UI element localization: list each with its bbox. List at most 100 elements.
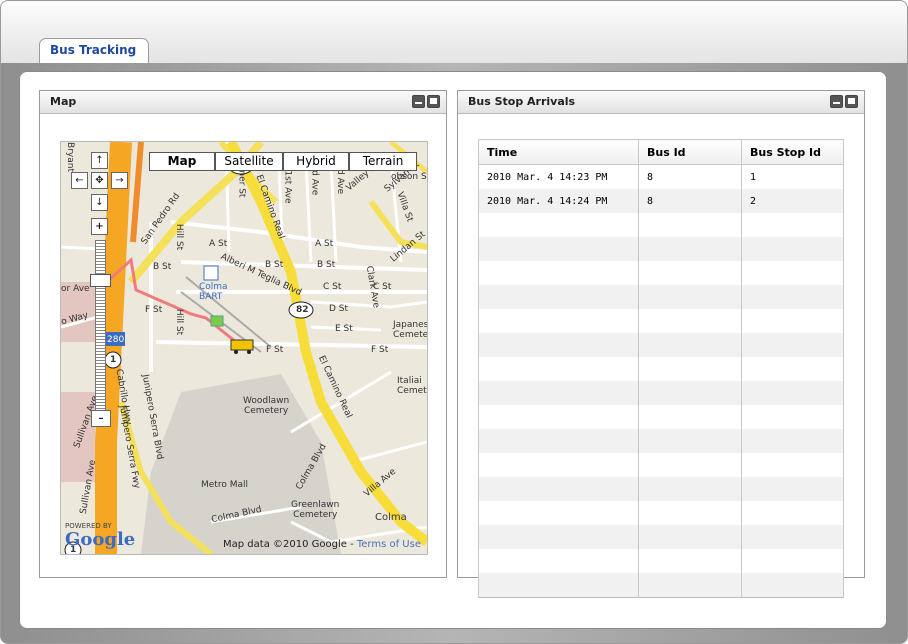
bus-stop-id-cell xyxy=(741,429,844,453)
bus-id-cell xyxy=(638,573,742,598)
table-row xyxy=(478,549,844,573)
google-logo: Google xyxy=(65,529,136,550)
zoom-slider-handle[interactable] xyxy=(90,274,111,287)
bus-stop-id-cell xyxy=(741,453,844,477)
table-row xyxy=(478,477,844,501)
table-row xyxy=(478,405,844,429)
map-label: B St xyxy=(153,262,172,272)
bus-id-cell xyxy=(638,261,742,285)
bus-stop-id-cell xyxy=(741,333,844,357)
terms-of-use-link[interactable]: Terms of Use xyxy=(357,539,421,550)
map-type-terrain-button[interactable]: Terrain xyxy=(349,152,417,171)
bus-stop-id-cell xyxy=(741,549,844,573)
table-row xyxy=(478,285,844,309)
map-label: F St xyxy=(371,345,389,355)
pan-center-icon[interactable]: ✥ xyxy=(91,172,108,189)
time-cell: 2010 Mar. 4 14:24 PM xyxy=(478,189,639,213)
map-label: B St xyxy=(265,260,284,270)
time-cell xyxy=(478,453,639,477)
table-row[interactable]: 2010 Mar. 4 14:23 PM 8 1 xyxy=(478,164,844,189)
arrivals-panel-header: Bus Stop Arrivals xyxy=(458,91,864,114)
attribution-text: Map data ©2010 Google - xyxy=(223,539,357,550)
map-label: Greenlawn Cemetery xyxy=(291,500,340,520)
map-label: E St xyxy=(335,324,353,334)
table-header-row: Time Bus Id Bus Stop Id xyxy=(478,139,844,165)
pan-up-icon[interactable]: ↑ xyxy=(91,152,108,169)
bus-stop-id-cell xyxy=(741,405,844,429)
app-window: Bus Tracking Map San Pedro Rd El Camino … xyxy=(0,0,908,644)
time-cell: 2010 Mar. 4 14:23 PM xyxy=(478,164,639,189)
map-label: A St xyxy=(315,239,334,249)
column-header-bus-id[interactable]: Bus Id xyxy=(638,139,742,165)
time-cell xyxy=(478,405,639,429)
table-row xyxy=(478,525,844,549)
map-type-hybrid-button[interactable]: Hybrid xyxy=(283,152,349,171)
time-cell xyxy=(478,213,639,237)
minimize-icon[interactable] xyxy=(830,95,843,108)
bus-id-cell xyxy=(638,525,742,549)
arrivals-panel: Bus Stop Arrivals Time Bus Id Bus Stop I… xyxy=(457,90,865,598)
bus-stop-id-cell xyxy=(741,573,844,598)
time-cell xyxy=(478,573,639,598)
bus-id-cell xyxy=(638,285,742,309)
bus-id-cell xyxy=(638,549,742,573)
zoom-slider[interactable] xyxy=(95,240,106,418)
bus-id-cell xyxy=(638,333,742,357)
time-cell xyxy=(478,549,639,573)
bus-id-cell xyxy=(638,237,742,261)
map-view[interactable]: San Pedro Rd El Camino Real El Camino Re… xyxy=(60,141,428,555)
bus-stop-id-cell xyxy=(741,477,844,501)
bus-stop-id-cell: 1 xyxy=(741,164,844,189)
arrivals-panel-title: Bus Stop Arrivals xyxy=(468,95,576,108)
table-row[interactable]: 2010 Mar. 4 14:24 PM 8 2 xyxy=(478,189,844,213)
time-cell xyxy=(478,477,639,501)
bus-id-cell xyxy=(638,453,742,477)
bus-stop-id-cell xyxy=(741,501,844,525)
table-row xyxy=(478,381,844,405)
map-type-satellite-button[interactable]: Satellite xyxy=(215,152,283,171)
bus-stop-id-cell xyxy=(741,381,844,405)
map-type-map-button[interactable]: Map xyxy=(149,152,215,171)
table-row xyxy=(478,333,844,357)
time-cell xyxy=(478,525,639,549)
bus-id-cell xyxy=(638,429,742,453)
bus-id-cell xyxy=(638,477,742,501)
table-row xyxy=(478,453,844,477)
bus-id-cell: 8 xyxy=(638,164,742,189)
dashboard: Map San Pedro Rd El Camino Real El Camin… xyxy=(19,71,887,629)
map-label: 1st Ave xyxy=(282,170,293,204)
time-cell xyxy=(478,381,639,405)
table-row xyxy=(478,261,844,285)
pan-left-icon[interactable]: ← xyxy=(71,172,88,189)
time-cell xyxy=(478,357,639,381)
maximize-icon[interactable] xyxy=(845,95,858,108)
table-row xyxy=(478,309,844,333)
map-label: F St xyxy=(266,345,284,355)
arrivals-table: Time Bus Id Bus Stop Id 2010 Mar. 4 14:2… xyxy=(478,139,844,598)
table-row xyxy=(478,573,844,598)
bus-stop-id-cell xyxy=(741,357,844,381)
map-label: F St xyxy=(145,305,163,315)
pan-down-icon[interactable]: ↓ xyxy=(91,194,108,211)
bus-id-cell xyxy=(638,213,742,237)
map-label: A St xyxy=(209,239,228,249)
map-label: or Ave xyxy=(61,284,90,294)
pan-right-icon[interactable]: → xyxy=(111,172,128,189)
column-header-bus-stop-id[interactable]: Bus Stop Id xyxy=(741,139,844,165)
zoom-in-icon[interactable]: + xyxy=(91,218,108,235)
maximize-icon[interactable] xyxy=(427,95,440,108)
zoom-out-icon[interactable]: – xyxy=(91,410,111,427)
bus-stop-id-cell xyxy=(741,213,844,237)
table-row xyxy=(478,237,844,261)
time-cell xyxy=(478,501,639,525)
map-label: Italiai Cemete xyxy=(397,376,427,396)
column-header-time[interactable]: Time xyxy=(478,139,639,165)
bus-id-cell xyxy=(638,405,742,429)
bus-stop-id-cell xyxy=(741,237,844,261)
table-row xyxy=(478,213,844,237)
tab-bus-tracking[interactable]: Bus Tracking xyxy=(39,38,149,65)
minimize-icon[interactable] xyxy=(412,95,425,108)
bus-id-cell xyxy=(638,501,742,525)
bus-stop-id-cell xyxy=(741,309,844,333)
map-label: Bryant xyxy=(64,142,75,172)
